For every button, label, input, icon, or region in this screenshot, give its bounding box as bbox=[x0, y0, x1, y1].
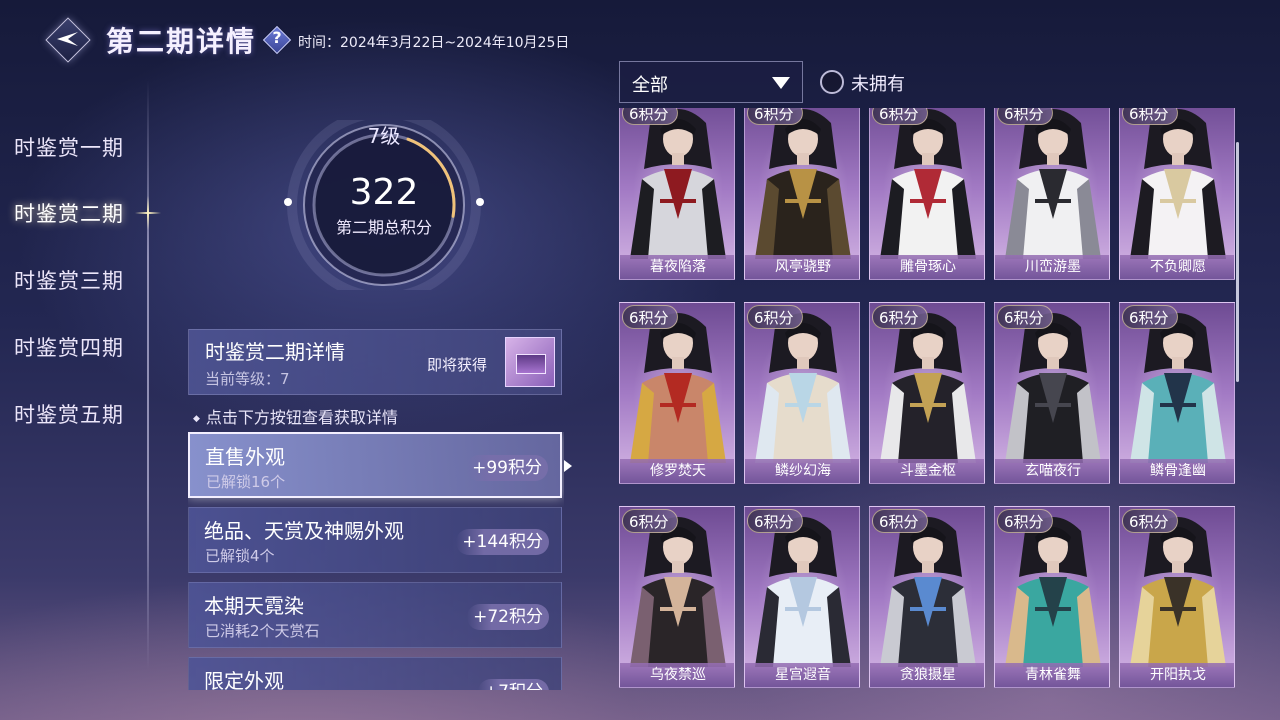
outfit-card[interactable]: 6积分暮夜陷落 bbox=[619, 108, 735, 280]
points-badge: 6积分 bbox=[997, 305, 1053, 329]
points-badge: 6积分 bbox=[997, 509, 1053, 533]
nav-item-period-3[interactable]: 时鉴赏三期 bbox=[14, 265, 124, 295]
points-badge: 6积分 bbox=[622, 108, 678, 125]
question-mark: ? bbox=[272, 28, 282, 47]
category-premium[interactable]: 绝品、天赏及神赐外观 已解锁4个 +144积分 bbox=[188, 507, 562, 573]
header: 第二期详情 ? 时间：2024年3月22日~2024年10月25日 bbox=[44, 16, 569, 64]
not-owned-label[interactable]: 未拥有 bbox=[851, 70, 905, 96]
selected-arrow-icon bbox=[564, 460, 572, 472]
not-owned-radio[interactable] bbox=[820, 70, 844, 94]
category-direct-sale[interactable]: 直售外观 已解锁16个 +99积分 bbox=[188, 432, 562, 498]
score-ring: 7级 322 第二期总积分 bbox=[284, 120, 484, 290]
points-badge: 6积分 bbox=[997, 108, 1053, 125]
outfit-name: 修罗焚天 bbox=[620, 459, 734, 483]
points-badge: 6积分 bbox=[747, 509, 803, 533]
grid-scrollbar[interactable] bbox=[1236, 142, 1239, 382]
outfit-character-image bbox=[630, 109, 726, 259]
category-points: +72积分 bbox=[467, 604, 549, 630]
upcoming-reward-thumbnail[interactable] bbox=[505, 337, 555, 387]
category-points: +7积分 bbox=[477, 679, 549, 690]
outfit-card[interactable]: 6积分不负卿愿 bbox=[1119, 108, 1235, 280]
category-title: 限定外观 bbox=[204, 669, 284, 690]
outfit-card[interactable]: 6积分开阳执戈 bbox=[1119, 506, 1235, 688]
points-badge: 6积分 bbox=[872, 108, 928, 125]
category-subtitle: 已解锁16个 bbox=[206, 473, 286, 491]
category-title: 绝品、天赏及神赐外观 bbox=[204, 519, 404, 543]
back-button[interactable] bbox=[44, 16, 92, 64]
outfit-name: 斗墨金枢 bbox=[870, 459, 984, 483]
outfit-name: 开阳执戈 bbox=[1120, 663, 1234, 687]
outfit-character-image bbox=[880, 109, 976, 259]
points-badge: 6积分 bbox=[747, 108, 803, 125]
outfit-card[interactable]: 6积分鳞骨逢幽 bbox=[1119, 302, 1235, 484]
period-time: 时间：2024年3月22日~2024年10月25日 bbox=[298, 35, 570, 51]
points-badge: 6积分 bbox=[1122, 509, 1178, 533]
total-score: 322 bbox=[349, 172, 419, 213]
outfit-name: 玄喵夜行 bbox=[995, 459, 1109, 483]
outfit-character-image bbox=[755, 109, 851, 259]
outfit-card[interactable]: 6积分贪狼摄星 bbox=[869, 506, 985, 688]
points-badge: 6积分 bbox=[1122, 108, 1178, 125]
category-title: 直售外观 bbox=[205, 445, 285, 469]
outfit-card[interactable]: 6积分乌夜禁巡 bbox=[619, 506, 735, 688]
nav-divider-line bbox=[147, 80, 149, 670]
outfit-name: 青林雀舞 bbox=[995, 663, 1109, 687]
points-badge: 6积分 bbox=[747, 305, 803, 329]
period-detail-card[interactable]: 时鉴赏二期详情 当前等级：7 即将获得 bbox=[188, 329, 562, 395]
outfit-card[interactable]: 6积分斗墨金枢 bbox=[869, 302, 985, 484]
outfit-card[interactable]: 6积分风亭骁野 bbox=[744, 108, 860, 280]
outfit-name: 风亭骁野 bbox=[745, 255, 859, 279]
nav-item-period-1[interactable]: 时鉴赏一期 bbox=[14, 132, 124, 162]
outfit-character-image bbox=[1005, 109, 1101, 259]
current-level: 当前等级：7 bbox=[205, 370, 290, 388]
outfit-name: 鳞纱幻海 bbox=[745, 459, 859, 483]
category-limited[interactable]: 限定外观 +7积分 bbox=[188, 657, 562, 690]
outfit-name: 鳞骨逢幽 bbox=[1120, 459, 1234, 483]
category-points: +144积分 bbox=[456, 529, 549, 555]
outfit-card[interactable]: 6积分青林雀舞 bbox=[994, 506, 1110, 688]
reward-item-icon bbox=[516, 354, 546, 374]
upcoming-reward-label: 即将获得 bbox=[427, 356, 488, 374]
nav-item-period-2[interactable]: 时鉴赏二期 bbox=[14, 198, 124, 228]
points-badge: 6积分 bbox=[622, 509, 678, 533]
outfit-card[interactable]: 6积分星宫遐音 bbox=[744, 506, 860, 688]
outfit-name: 川峦游墨 bbox=[995, 255, 1109, 279]
outfit-card[interactable]: 6积分玄喵夜行 bbox=[994, 302, 1110, 484]
help-button[interactable]: ? bbox=[262, 25, 292, 55]
nav-item-period-4[interactable]: 时鉴赏四期 bbox=[14, 332, 124, 362]
filter-selected-value: 全部 bbox=[632, 75, 668, 96]
total-score-label: 第二期总积分 bbox=[335, 218, 432, 237]
hint-text: 点击下方按钮查看获取详情 bbox=[193, 404, 398, 428]
outfit-grid: 6积分 暮夜陷落 6积分 风亭骁野 6积分 雕骨琢心 6积分 川峦游墨 6积分 不负卿愿 6积分 修罗… bbox=[619, 108, 1239, 690]
nav-active-star-icon bbox=[135, 196, 161, 230]
points-badge: 6积分 bbox=[1122, 305, 1178, 329]
outfit-card[interactable]: 6积分鳞纱幻海 bbox=[744, 302, 860, 484]
outfit-name: 暮夜陷落 bbox=[620, 255, 734, 279]
back-arrow-icon bbox=[57, 32, 78, 46]
page-title: 第二期详情 bbox=[106, 25, 257, 58]
category-title: 本期天霓染 bbox=[204, 594, 304, 618]
category-points: +99积分 bbox=[466, 455, 548, 481]
outfit-card[interactable]: 6积分雕骨琢心 bbox=[869, 108, 985, 280]
outfit-card[interactable]: 6积分修罗焚天 bbox=[619, 302, 735, 484]
nav-item-period-5[interactable]: 时鉴赏五期 bbox=[14, 399, 124, 429]
outfit-name: 雕骨琢心 bbox=[870, 255, 984, 279]
detail-title: 时鉴赏二期详情 bbox=[205, 340, 345, 364]
category-list: 直售外观 已解锁16个 +99积分 绝品、天赏及神赐外观 已解锁4个 +144积… bbox=[188, 432, 564, 690]
outfit-name: 不负卿愿 bbox=[1120, 255, 1234, 279]
outfit-character-image bbox=[1130, 109, 1226, 259]
outfit-name: 乌夜禁巡 bbox=[620, 663, 734, 687]
dropdown-triangle-icon bbox=[772, 77, 790, 89]
category-subtitle: 已消耗2个天赏石 bbox=[205, 622, 320, 640]
points-badge: 6积分 bbox=[622, 305, 678, 329]
outfit-name: 贪狼摄星 bbox=[870, 663, 984, 687]
category-subtitle: 已解锁4个 bbox=[205, 547, 275, 565]
level-text: 7级 bbox=[367, 124, 401, 148]
outfit-card[interactable]: 6积分川峦游墨 bbox=[994, 108, 1110, 280]
points-badge: 6积分 bbox=[872, 305, 928, 329]
points-badge: 6积分 bbox=[872, 509, 928, 533]
filter-dropdown[interactable]: 全部 bbox=[619, 61, 803, 103]
outfit-name: 星宫遐音 bbox=[745, 663, 859, 687]
category-dye[interactable]: 本期天霓染 已消耗2个天赏石 +72积分 bbox=[188, 582, 562, 648]
